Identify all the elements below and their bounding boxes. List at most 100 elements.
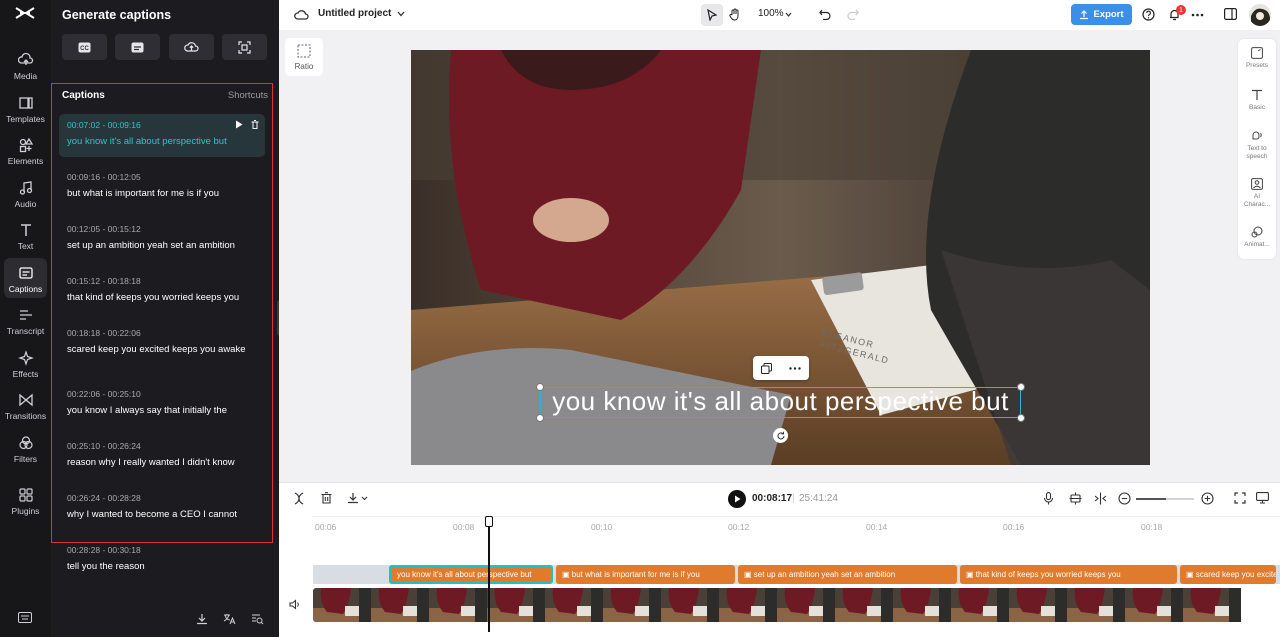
caption-item[interactable]: 00:15:12 - 00:18:18 that kind of keeps y… [59,270,265,309]
rail-item-label: Captions [8,284,43,294]
caption-time: 00:26:24 - 00:28:28 [67,493,141,503]
speech-icon [1252,131,1262,140]
download-icon[interactable] [347,492,369,504]
microphone-icon[interactable] [1043,492,1054,505]
rail-item-label: Text [17,241,34,251]
caption-text[interactable]: but what is important for me is if you [67,188,257,199]
caption-item[interactable]: 00:12:05 - 00:15:12 set up an ambition y… [59,218,265,257]
more-options-icon[interactable] [1191,13,1204,17]
rail-item-text[interactable]: Text [0,220,51,262]
caption-clip[interactable]: ▣ but what is important for me is if you [556,565,735,584]
caption-text[interactable]: scared keep you excited keeps you awake [67,344,257,355]
select-tool-button[interactable] [701,4,723,26]
caption-clip[interactable]: you know it's all about perspective but [389,565,553,584]
manual-captions-button[interactable] [115,34,160,60]
caption-text[interactable]: you know I always say that initially the [67,405,257,416]
caption-text[interactable]: tell you the reason [67,561,257,572]
caption-item[interactable]: 00:25:10 - 00:26:24 reason why I really … [59,435,265,474]
duplicate-icon[interactable] [761,362,773,374]
help-icon[interactable] [1142,8,1155,21]
rail-item-plugins[interactable]: Plugins [0,485,51,527]
hand-tool-icon[interactable] [729,8,741,21]
zoom-slider[interactable] [1136,498,1194,500]
caption-item[interactable]: 00:28:28 - 00:30:18 tell you the reason [59,539,265,578]
rail-item-transcript[interactable]: Transcript [0,305,51,347]
caption-text[interactable]: why I wanted to become a CEO I cannot [67,509,257,520]
export-label: Export [1093,9,1124,20]
prop-ai-characters[interactable]: AI Charac... [1238,178,1276,209]
caption-clip[interactable]: ▣ set up an ambition yeah set an ambitio… [738,565,957,584]
caption-clip[interactable]: ▣ scared keep you excited keeps you awak… [1180,565,1276,584]
project-name[interactable]: Untitled project [318,8,391,19]
rail-item-media[interactable]: Media [0,50,51,92]
caption-item[interactable]: 00:18:18 - 00:22:06 scared keep you exci… [59,322,265,361]
chevron-down-icon[interactable] [785,12,792,17]
rail-item-effects[interactable]: Effects [0,348,51,390]
zoom-out-icon[interactable] [1118,492,1131,505]
zoom-in-icon[interactable] [1201,492,1214,505]
fullscreen-icon[interactable] [1234,492,1246,504]
rail-item-label: Effects [12,369,39,379]
redo-icon[interactable] [847,8,859,20]
playhead[interactable] [485,516,493,632]
keyboard-icon[interactable] [18,612,32,623]
rail-item-captions[interactable]: Captions [4,258,47,298]
caption-item[interactable]: 00:09:16 - 00:12:05 but what is importan… [59,166,265,205]
split-view-icon[interactable] [1094,492,1107,505]
export-button[interactable]: Export [1071,4,1132,25]
split-icon[interactable] [293,492,305,505]
playhead-handle[interactable] [485,516,493,527]
download-icon[interactable] [196,613,208,625]
layout-panel-icon[interactable] [1224,8,1237,20]
translate-icon[interactable] [223,613,236,625]
caption-clip[interactable]: ▣ that kind of keeps you worried keeps y… [960,565,1177,584]
cloud-sync-icon[interactable] [294,8,309,21]
capcut-logo-icon[interactable] [14,6,36,20]
rail-item-elements[interactable]: Elements [0,135,51,177]
rotate-handle[interactable] [773,428,788,443]
ratio-button[interactable]: Ratio [285,38,323,76]
caption-text[interactable]: you know it's all about perspective but [67,136,257,147]
ruler-tick: 00:18 [1141,522,1163,532]
more-options-icon[interactable] [789,366,801,370]
resize-handle[interactable] [536,383,544,391]
rail-item-templates[interactable]: Templates [0,93,51,135]
search-captions-icon[interactable] [251,613,264,625]
delete-icon[interactable] [321,492,332,504]
caption-item[interactable]: 00:26:24 - 00:28:28 why I wanted to beco… [59,487,265,526]
volume-icon[interactable] [289,599,301,610]
auto-captions-button[interactable]: CC [62,34,107,60]
prop-text-to-speech[interactable]: Text to speech [1238,130,1276,161]
caption-item[interactable]: 00:22:06 - 00:25:10 you know I always sa… [59,383,265,422]
rail-item-label: Audio [14,199,37,209]
delete-icon[interactable] [251,120,259,129]
prop-label: Animat... [1244,241,1270,248]
rail-item-filters[interactable]: Filters [0,433,51,475]
scan-captions-button[interactable] [222,34,267,60]
resize-handle[interactable] [536,414,544,422]
play-button[interactable] [728,490,746,508]
display-icon[interactable] [1256,492,1269,504]
prop-basic[interactable]: Basic [1238,89,1276,112]
canvas-caption-text[interactable]: you know it's all about perspective but [540,385,1021,417]
zoom-level[interactable]: 100% [758,8,784,19]
prop-animation[interactable]: Animat... [1238,226,1276,249]
caption-text[interactable]: reason why I really wanted I didn't know [67,457,257,468]
rail-item-audio[interactable]: Audio [0,178,51,220]
undo-icon[interactable] [819,8,831,20]
prop-presets[interactable]: Presets [1238,47,1276,70]
caption-text[interactable]: set up an ambition yeah set an ambition [67,240,257,251]
play-icon[interactable] [235,120,243,129]
caption-text[interactable]: that kind of keeps you worried keeps you [67,292,257,303]
shortcuts-link[interactable]: Shortcuts [228,90,268,101]
left-rail: Media Templates Elements Audio Text Capt… [0,0,51,637]
chevron-down-icon[interactable] [397,11,405,17]
rail-item-transitions[interactable]: Transitions [0,390,51,432]
auto-snap-icon[interactable] [1069,492,1082,505]
avatar[interactable] [1249,4,1271,26]
resize-handle[interactable] [1017,383,1025,391]
caption-item[interactable]: 00:07:02 - 00:09:16 you know it's all ab… [59,114,265,157]
video-track-clip[interactable] [313,588,1244,622]
upload-captions-button[interactable] [169,34,214,60]
resize-handle[interactable] [1017,414,1025,422]
